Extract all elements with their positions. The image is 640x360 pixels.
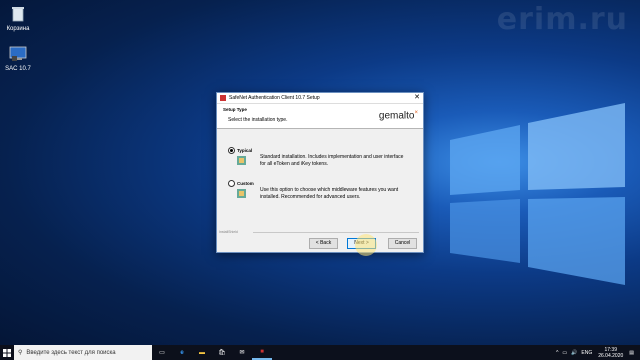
setup-taskbar-button[interactable]: ■ (252, 345, 272, 360)
custom-description: Use this option to choose which middlewa… (260, 187, 399, 200)
desktop-icon-label: Корзина (6, 26, 30, 32)
close-button[interactable]: ✕ (411, 93, 423, 103)
watermark: erim.ru (496, 2, 628, 37)
start-button[interactable] (0, 345, 14, 360)
logo-text: gemalto (378, 110, 415, 122)
mail-button[interactable]: ✉ (232, 345, 252, 360)
windows-logo-wallpaper (450, 103, 625, 285)
clock-date: 26.04.2020 (598, 352, 624, 359)
sac-shortcut-icon (8, 44, 28, 64)
folder-icon: ▬ (199, 349, 205, 356)
back-button[interactable]: < Back (309, 238, 338, 249)
footer-divider (253, 232, 419, 233)
gemalto-logo: gemalto× (379, 110, 418, 121)
custom-label: Custom (237, 181, 254, 186)
option-typical[interactable]: Typical (228, 147, 252, 154)
desktop-icon-sac[interactable]: SAC 10.7 (0, 44, 36, 72)
custom-radio[interactable] (228, 180, 235, 187)
store-button[interactable]: 🛍 (212, 345, 232, 360)
desktop-icon-recycle-bin[interactable]: Корзина (0, 4, 36, 32)
mail-icon: ✉ (239, 350, 245, 356)
taskbar: ⚲ Введите здесь текст для поиска ▭ e ▬ 🛍… (0, 345, 640, 360)
store-icon: 🛍 (218, 350, 226, 356)
task-view-button[interactable]: ▭ (152, 345, 172, 360)
task-view-icon: ▭ (159, 350, 165, 356)
edge-button[interactable]: e (172, 345, 192, 360)
edge-icon: e (180, 349, 184, 356)
notifications-icon[interactable]: ▤ (629, 350, 634, 356)
desktop-icon-label: SAC 10.7 (5, 66, 31, 72)
dialog-titlebar[interactable]: SafeNet Authentication Client 10.7 Setup… (217, 93, 423, 104)
taskbar-search[interactable]: ⚲ Введите здесь текст для поиска (14, 345, 152, 360)
network-icon[interactable]: ▭ (562, 350, 567, 356)
installshield-brand: InstallShield (219, 230, 238, 234)
typical-radio[interactable] (228, 147, 235, 154)
header-title: Setup Type (223, 107, 247, 112)
typical-setup-icon (237, 156, 246, 165)
typical-label: Typical (237, 148, 253, 153)
recycle-bin-icon (8, 4, 28, 24)
dialog-header: Setup Type Select the installation type.… (217, 104, 423, 129)
setup-app-icon: ■ (260, 348, 264, 355)
system-tray: ^ ▭ 🔊 ENG 17:39 26.04.2020 ▤ (556, 345, 640, 360)
clock[interactable]: 17:39 26.04.2020 (598, 347, 623, 359)
windows-start-icon (3, 348, 11, 357)
search-icon: ⚲ (18, 350, 23, 356)
setup-app-icon (220, 95, 226, 101)
tray-chevron-icon[interactable]: ^ (556, 350, 558, 356)
explorer-button[interactable]: ▬ (192, 345, 212, 360)
setup-dialog: SafeNet Authentication Client 10.7 Setup… (216, 92, 424, 253)
search-placeholder: Введите здесь текст для поиска (26, 349, 116, 356)
cursor-highlight (355, 234, 377, 256)
cancel-button[interactable]: Cancel (388, 238, 417, 249)
dialog-title: SafeNet Authentication Client 10.7 Setup (229, 95, 320, 101)
option-custom[interactable]: Custom (228, 180, 254, 187)
typical-description: Standard installation. Includes implemen… (260, 154, 404, 167)
header-subtitle: Select the installation type. (228, 117, 288, 123)
logo-mark: × (414, 110, 418, 116)
volume-icon[interactable]: 🔊 (571, 350, 577, 356)
language-indicator[interactable]: ENG (581, 350, 592, 356)
custom-setup-icon (237, 189, 246, 198)
